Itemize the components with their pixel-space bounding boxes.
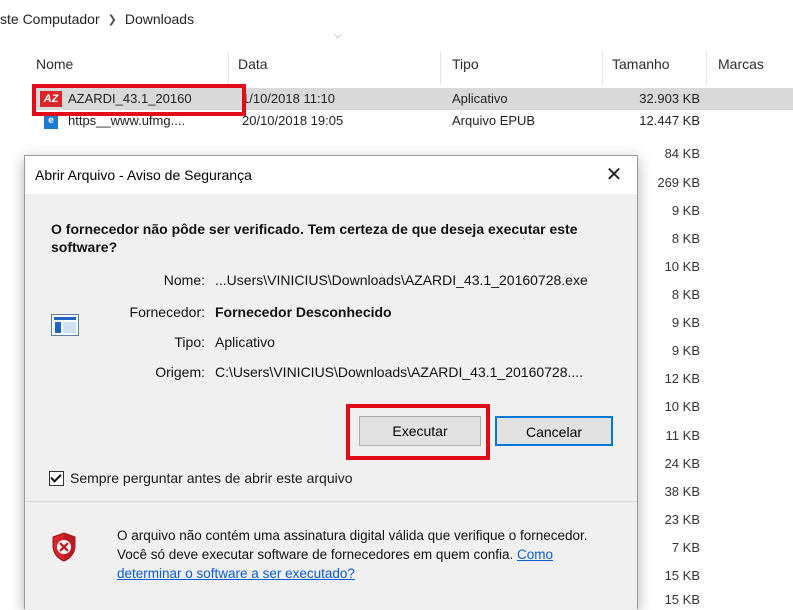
security-warning-dialog: Abrir Arquivo - Aviso de Segurança ✕ O f… (24, 155, 638, 610)
warning-message: O fornecedor não pôde ser verificado. Te… (51, 221, 578, 255)
dialog-body: O fornecedor não pôde ser verificado. Te… (25, 194, 637, 494)
column-divider[interactable] (228, 52, 229, 84)
column-divider[interactable] (602, 52, 603, 84)
highlight-box-file (32, 84, 246, 116)
column-header-tags[interactable]: Marcas (718, 44, 764, 84)
always-ask-checkbox[interactable] (49, 470, 64, 486)
column-header-name[interactable]: Nome (36, 44, 73, 84)
file-date: 20/10/2018 19:05 (242, 113, 344, 128)
column-divider[interactable] (440, 52, 441, 84)
file-size: 12.447 KB (639, 113, 700, 128)
origin-value: C:\Users\VINICIUS\Downloads\AZARDI_43.1_… (215, 364, 584, 380)
checkmark-icon (50, 470, 62, 483)
chevron-right-icon: ❯ (107, 13, 117, 26)
column-header-row: Nome ⌵ Data Tipo Tamanho Marcas (28, 30, 793, 84)
publisher-label: Fornecedor: (129, 304, 205, 320)
breadcrumb-item-computer[interactable]: ste Computador (0, 11, 100, 27)
publisher-value: Fornecedor Desconhecido (215, 304, 392, 320)
file-date: 1/10/2018 11:10 (242, 91, 336, 106)
file-explorer-window: ste Computador ❯ Downloads Nome ⌵ Data T… (0, 0, 793, 610)
always-ask-option[interactable]: Sempre perguntar antes de abrir este arq… (49, 470, 353, 486)
dialog-title: Abrir Arquivo - Aviso de Segurança (35, 167, 252, 183)
type-value: Aplicativo (215, 334, 275, 350)
footer-message: O arquivo não contém uma assinatura digi… (117, 526, 617, 583)
name-value: ...Users\VINICIUS\Downloads\AZARDI_43.1_… (215, 272, 588, 288)
column-header-date[interactable]: Data (238, 44, 268, 84)
always-ask-label[interactable]: Sempre perguntar antes de abrir este arq… (70, 470, 353, 486)
dialog-footer: O arquivo não contém uma assinatura digi… (25, 502, 637, 610)
file-size: 32.903 KB (639, 91, 700, 106)
breadcrumb: ste Computador ❯ Downloads (0, 8, 194, 30)
cancel-button[interactable]: Cancelar (495, 416, 613, 446)
highlight-box-run (346, 404, 490, 460)
column-header-type[interactable]: Tipo (452, 44, 479, 84)
sort-chevron-icon: ⌵ (334, 30, 342, 41)
column-divider[interactable] (706, 52, 707, 84)
origin-label: Origem: (155, 364, 205, 380)
shield-warning-icon (52, 532, 76, 562)
name-label: Nome: (163, 272, 205, 288)
column-header-size[interactable]: Tamanho (612, 44, 670, 84)
application-icon (51, 314, 79, 336)
dialog-titlebar: Abrir Arquivo - Aviso de Segurança ✕ (25, 156, 637, 194)
breadcrumb-item-downloads[interactable]: Downloads (125, 11, 194, 27)
type-label: Tipo: (174, 334, 205, 350)
file-type: Aplicativo (452, 91, 508, 106)
file-type: Arquivo EPUB (452, 113, 536, 128)
close-icon[interactable]: ✕ (599, 162, 629, 188)
